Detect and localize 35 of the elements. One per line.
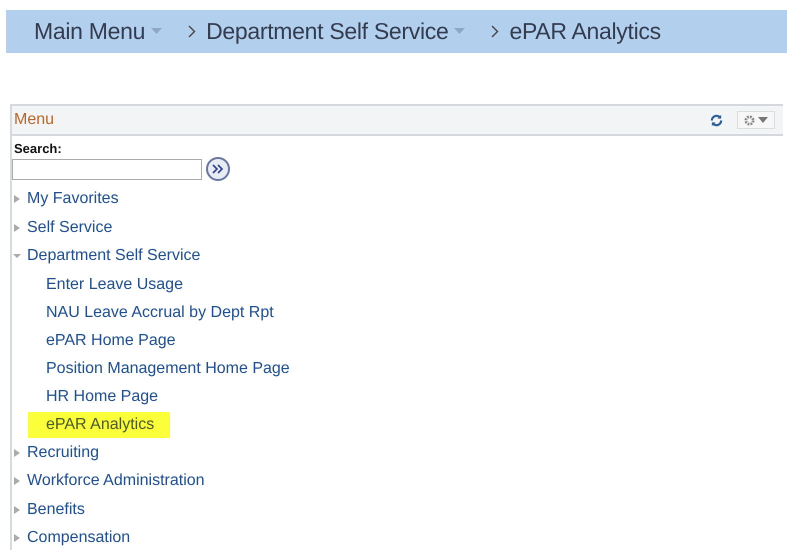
gear-icon — [744, 114, 755, 126]
menu-item-link[interactable]: Position Management Home Page — [28, 356, 306, 382]
menu-item-link[interactable]: ePAR Analytics — [28, 412, 170, 438]
menu-item-link[interactable]: Enter Leave Usage — [28, 272, 199, 298]
menu-folder-link[interactable]: Compensation — [27, 529, 130, 548]
menu-folder-link[interactable]: Benefits — [27, 500, 85, 519]
search-field[interactable] — [12, 158, 202, 180]
search-label: Search: — [14, 141, 63, 156]
breadcrumb-link[interactable]: Department Self Service — [206, 18, 448, 45]
refresh-icon[interactable] — [710, 114, 723, 126]
chevron-icon — [491, 25, 500, 38]
expand-icon[interactable] — [13, 222, 21, 233]
search-go-button[interactable] — [206, 157, 230, 181]
expand-icon[interactable] — [13, 476, 21, 486]
menu-folder-link[interactable]: My Favorites — [27, 190, 119, 208]
menu-item-link[interactable]: HR Home Page — [28, 384, 174, 410]
menu-item-link[interactable]: ePAR Home Page — [28, 328, 192, 354]
breadcrumb-link[interactable]: ePAR Analytics — [509, 18, 661, 45]
expand-icon[interactable] — [13, 533, 21, 544]
caret-icon[interactable] — [454, 28, 466, 35]
chevron-icon — [188, 25, 196, 38]
menu-folder-link[interactable]: Department Self Service — [27, 247, 200, 266]
breadcrumb-link[interactable]: Main Menu — [34, 18, 146, 45]
settings-button[interactable] — [737, 111, 775, 129]
menu-title: Menu — [14, 111, 56, 129]
expand-icon[interactable] — [13, 504, 21, 515]
expand-icon[interactable] — [13, 448, 21, 458]
menu-folder-link[interactable]: Workforce Administration — [27, 472, 205, 490]
caret-icon[interactable] — [151, 28, 162, 35]
menu-folder-link[interactable]: Recruiting — [27, 444, 100, 462]
menu-folder-link[interactable]: Self Service — [27, 218, 112, 237]
menu-item-link[interactable]: NAU Leave Accrual by Dept Rpt — [28, 300, 290, 326]
caret-icon — [758, 117, 768, 123]
expand-icon[interactable] — [13, 194, 21, 204]
double-chevron-icon — [212, 164, 224, 174]
